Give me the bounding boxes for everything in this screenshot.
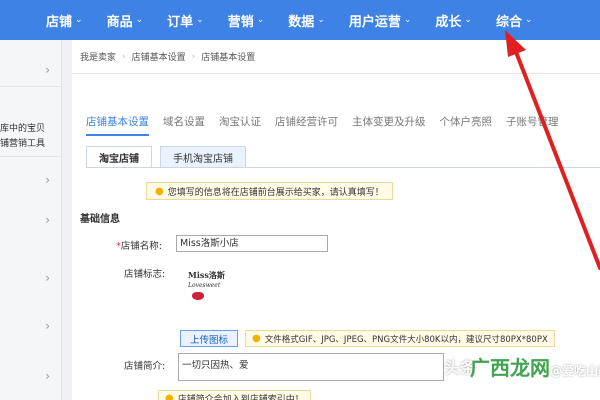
shop-name-label: *店铺名称: bbox=[116, 238, 162, 252]
chevron-down-icon: ⌄ bbox=[464, 15, 472, 25]
breadcrumb-item-current: 店铺基本设置 bbox=[201, 53, 256, 63]
sidebar-item-warehouse[interactable]: 库中的宝贝 bbox=[0, 121, 60, 134]
chevron-down-icon: ⌄ bbox=[135, 15, 144, 25]
nav-label: 数据 bbox=[288, 14, 315, 30]
shop-logo-label: 店铺标志: bbox=[124, 269, 166, 280]
watermark-brand: 广西龙网@爱吃山药 bbox=[470, 352, 600, 381]
label-text: 店铺名称: bbox=[120, 241, 162, 252]
watermark-suffix: @爱吃山药 bbox=[550, 364, 600, 378]
sidebar-gutter bbox=[62, 40, 72, 400]
chevron-right-icon: › bbox=[45, 319, 50, 333]
chevron-right-icon: › bbox=[45, 213, 50, 227]
nav-item-marketing[interactable]: 营销 ⌄ bbox=[228, 11, 265, 30]
chevron-down-icon: ⌄ bbox=[75, 15, 83, 25]
sidebar-divider bbox=[0, 86, 62, 87]
nav-label: 店铺 bbox=[46, 14, 73, 30]
shop-type-tabs: 淘宝店铺 手机淘宝店铺 bbox=[86, 146, 254, 168]
nav-label: 订单 bbox=[167, 14, 194, 30]
shop-intro-label: 店铺简介: bbox=[124, 361, 166, 372]
info-notice: ● 您填写的信息将在店铺前台展示给买家，请认真填写！ bbox=[146, 182, 393, 200]
main-panel: 我是卖家 › 店铺基本设置 › 店铺基本设置 店铺基本设置 域名设置 淘宝认证 … bbox=[72, 40, 600, 400]
tab-domain[interactable]: 域名设置 bbox=[163, 114, 205, 136]
tab-license[interactable]: 店铺经营许可 bbox=[275, 114, 338, 136]
sidebar-item[interactable]: › bbox=[0, 316, 62, 338]
nav-item-data[interactable]: 数据 ⌄ bbox=[288, 11, 325, 30]
chevron-down-icon: ⌄ bbox=[403, 15, 412, 25]
sidebar-item[interactable]: › bbox=[0, 60, 62, 82]
shop-logo-image: Miss洛斯 Lovesweet bbox=[186, 266, 228, 316]
nav-item-orders[interactable]: 订单 ⌄ bbox=[167, 11, 204, 30]
notice-text: 您填写的信息将在店铺前台展示给买家，请认真填写！ bbox=[167, 187, 384, 198]
chevron-down-icon: ⌄ bbox=[524, 15, 533, 25]
chevron-down-icon: ⌄ bbox=[317, 15, 325, 25]
sidebar-item[interactable]: › bbox=[0, 210, 62, 232]
breadcrumb-item-seller[interactable]: 我是卖家 bbox=[80, 50, 116, 63]
nav-label: 商品 bbox=[106, 14, 133, 30]
section-title: 基础信息 bbox=[80, 214, 120, 225]
file-format-hint: ● 文件格式GIF、JPG、JPEG、PNG文件大小80K以内，建议尺寸80PX… bbox=[245, 330, 555, 347]
nav-item-general[interactable]: 综合 ⌄ bbox=[496, 11, 533, 30]
breadcrumb-separator-icon: › bbox=[191, 51, 196, 62]
sidebar: › 库中的宝贝 铺营销工具 › › › › › bbox=[0, 40, 62, 400]
intro-index-hint: ● 店铺简介会加入到店铺索引中！ bbox=[158, 390, 311, 400]
nav-label: 成长 bbox=[435, 14, 462, 30]
sidebar-item[interactable]: › bbox=[0, 366, 62, 388]
logo-text: Miss洛斯 bbox=[188, 270, 225, 280]
nav-item-goods[interactable]: 商品 ⌄ bbox=[107, 11, 144, 30]
settings-tabs: 店铺基本设置 域名设置 淘宝认证 店铺经营许可 主体变更及升级 个体户亮照 子账… bbox=[86, 114, 573, 136]
nav-label: 综合 bbox=[495, 14, 522, 30]
tab-entity-change[interactable]: 主体变更及升级 bbox=[352, 114, 426, 136]
chevron-right-icon: › bbox=[45, 63, 50, 77]
chevron-down-icon: ⌄ bbox=[256, 15, 265, 25]
intro-hint-text: 店铺简介会加入到店铺索引中！ bbox=[177, 394, 304, 400]
chevron-right-icon: › bbox=[45, 173, 50, 187]
nav-label: 营销 bbox=[227, 14, 254, 30]
top-nav: 店铺 ⌄ 商品 ⌄ 订单 ⌄ 营销 ⌄ 数据 ⌄ 用户运营 ⌄ 成长 ⌄ 综合 ⌄ bbox=[0, 0, 600, 40]
lightbulb-icon: ● bbox=[155, 185, 164, 197]
subtab-mobile-shop[interactable]: 手机淘宝店铺 bbox=[160, 146, 246, 168]
shop-name-input[interactable]: Miss洛斯小店 bbox=[176, 235, 328, 252]
subtab-divider bbox=[86, 167, 600, 168]
nav-item-shop[interactable]: 店铺 ⌄ bbox=[46, 11, 83, 30]
tab-subaccount[interactable]: 子账号管理 bbox=[506, 114, 559, 136]
sidebar-item[interactable]: › bbox=[0, 170, 62, 192]
breadcrumb-item-shop-settings[interactable]: 店铺基本设置 bbox=[132, 50, 186, 63]
file-hint-text: 文件格式GIF、JPG、JPEG、PNG文件大小80K以内，建议尺寸80PX*8… bbox=[264, 334, 548, 345]
lightbulb-icon: ● bbox=[165, 392, 174, 400]
tab-certification[interactable]: 淘宝认证 bbox=[219, 114, 261, 136]
sidebar-item-marketing-tools[interactable]: 铺营销工具 bbox=[0, 136, 60, 149]
nav-item-growth[interactable]: 成长 ⌄ bbox=[435, 11, 472, 30]
chevron-right-icon: › bbox=[45, 271, 50, 285]
chevron-down-icon: ⌄ bbox=[196, 15, 204, 25]
tab-individual-license[interactable]: 个体户亮照 bbox=[440, 114, 493, 136]
upload-logo-button[interactable]: 上传图标 bbox=[180, 330, 238, 347]
nav-label: 用户运营 bbox=[348, 14, 401, 30]
shop-intro-textarea[interactable]: 一切只因热、爱 bbox=[178, 353, 444, 381]
watermark-brand-text: 广西龙网 bbox=[470, 356, 550, 380]
sidebar-divider bbox=[0, 156, 62, 157]
tab-basic-settings[interactable]: 店铺基本设置 bbox=[86, 114, 149, 136]
lips-icon bbox=[192, 292, 204, 300]
sidebar-item[interactable]: › bbox=[0, 268, 62, 290]
nav-item-user-ops[interactable]: 用户运营 ⌄ bbox=[349, 11, 412, 30]
subtab-taobao-shop[interactable]: 淘宝店铺 bbox=[86, 146, 152, 168]
breadcrumb-separator-icon: › bbox=[122, 51, 126, 62]
breadcrumb: 我是卖家 › 店铺基本设置 › 店铺基本设置 bbox=[72, 40, 600, 74]
lightbulb-icon: ● bbox=[252, 333, 261, 344]
chevron-right-icon: › bbox=[45, 369, 50, 383]
logo-script: Lovesweet bbox=[188, 282, 221, 289]
